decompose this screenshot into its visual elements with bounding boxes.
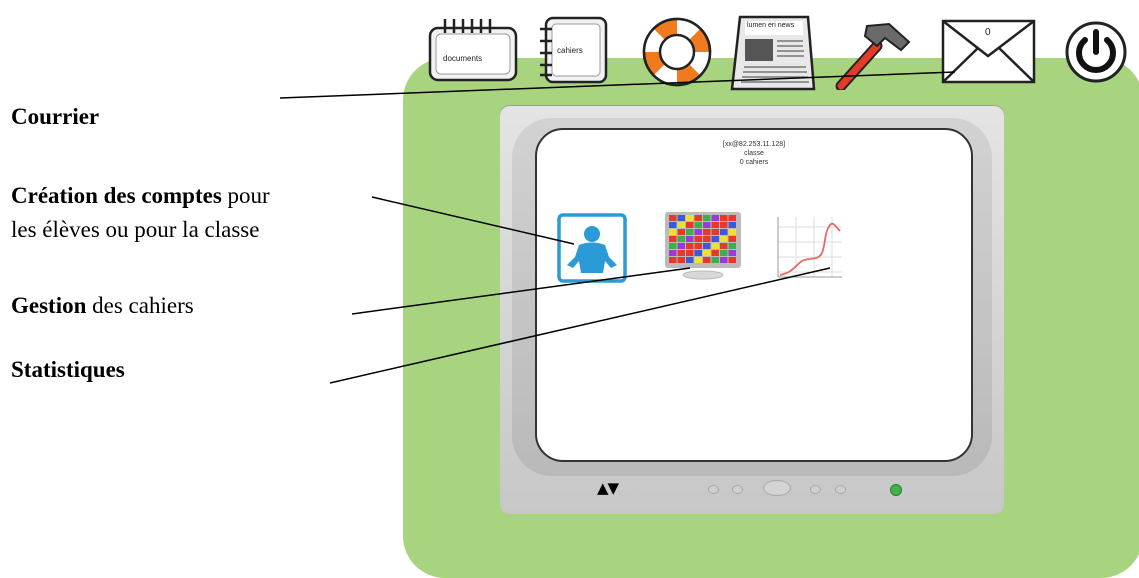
hammer-icon [835, 22, 911, 90]
accounts-app-button[interactable] [557, 213, 627, 283]
line-chart-icon [777, 217, 842, 278]
documents-button[interactable]: documents [427, 15, 522, 83]
help-button[interactable] [639, 14, 715, 90]
annotation-creation: Création des comptes pour [11, 181, 270, 211]
class-name: classe [744, 150, 764, 157]
cahiers-button[interactable]: cahiers [537, 15, 610, 85]
annotation-creation-line2: les élèves ou pour la classe [11, 217, 260, 242]
cahiers-label: cahiers [557, 46, 583, 55]
bezel-button[interactable] [810, 485, 821, 494]
person-icon [557, 213, 627, 283]
power-led [890, 484, 902, 496]
annotation-courrier-title: Courrier [11, 104, 100, 129]
annotation-creation-title: Création des comptes [11, 183, 222, 208]
annotation-gestion-rest: des cahiers [86, 293, 194, 318]
scroll-arrows[interactable]: ▲▼ [597, 479, 619, 497]
bezel-button[interactable] [835, 485, 846, 494]
mail-button[interactable]: 0 [940, 18, 1037, 85]
annotation-statistiques: Statistiques [11, 355, 125, 385]
lifebuoy-icon [642, 17, 712, 87]
power-icon [1065, 21, 1127, 83]
annotation-creation-rest: pour [221, 183, 270, 208]
annotation-statistiques-title: Statistiques [11, 357, 125, 382]
documents-label: documents [443, 54, 483, 63]
notebook-icon [428, 19, 518, 82]
news-button[interactable]: lumen eri news [728, 13, 818, 93]
bezel-center-button[interactable] [763, 480, 791, 496]
power-button[interactable] [1064, 20, 1128, 84]
tools-button[interactable] [831, 20, 913, 90]
screen: [xx@82.253.11.128] classe 0 cahiers [535, 128, 973, 462]
annotation-gestion-title: Gestion [11, 293, 87, 318]
color-grid-icon [665, 212, 741, 280]
stats-app-button[interactable] [770, 213, 848, 285]
cahier-count: 0 cahiers [739, 159, 769, 166]
user-address: [xx@82.253.11.128] [722, 141, 786, 148]
gestion-app-button[interactable] [665, 212, 741, 282]
bezel-button[interactable] [732, 485, 743, 494]
news-label: lumen eri news [747, 22, 795, 29]
bezel-button[interactable] [708, 485, 719, 494]
annotation-gestion: Gestion des cahiers [11, 291, 194, 321]
annotation-courrier: Courrier [11, 102, 99, 132]
mail-count: 0 [985, 27, 991, 38]
